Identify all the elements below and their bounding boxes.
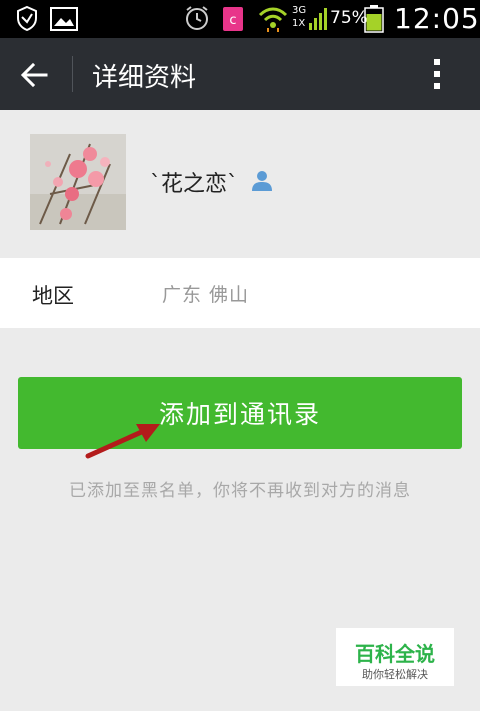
nickname: `花之恋` bbox=[150, 172, 239, 197]
alarm-icon bbox=[186, 6, 208, 30]
add-to-contacts-label: 添加到通讯录 bbox=[158, 400, 321, 429]
title-divider bbox=[72, 56, 73, 92]
wifi-icon bbox=[258, 7, 288, 32]
region-label: 地区 bbox=[32, 284, 74, 308]
region-value: 广东 佛山 bbox=[162, 284, 250, 306]
profile-header: `花之恋` bbox=[0, 110, 480, 256]
battery-icon bbox=[364, 5, 384, 33]
blacklist-notice: 已添加至黑名单，你将不再收到对方的消息 bbox=[69, 481, 411, 501]
watermark-logo: 百科全说 助你轻松解决 bbox=[336, 628, 454, 686]
network-type-bottom: 1X bbox=[292, 18, 306, 29]
clock: 12:05 bbox=[394, 2, 480, 35]
svg-text:c: c bbox=[229, 13, 236, 28]
app-icon: c bbox=[223, 7, 243, 31]
status-bar: c 3G 1X 75% 12:05 bbox=[0, 0, 480, 38]
region-row: 地区 广东 佛山 bbox=[0, 258, 480, 328]
back-arrow-icon[interactable] bbox=[14, 56, 56, 94]
red-arrow-annotation bbox=[85, 424, 160, 459]
watermark-subtitle: 助你轻松解决 bbox=[362, 668, 428, 681]
page-title: 详细资料 bbox=[92, 63, 197, 93]
network-type-top: 3G bbox=[292, 5, 307, 16]
shield-icon bbox=[17, 5, 37, 31]
watermark-title: 百科全说 bbox=[355, 642, 435, 666]
gallery-icon bbox=[50, 7, 78, 31]
avatar[interactable] bbox=[30, 134, 126, 230]
signal-icon: 3G 1X bbox=[292, 5, 328, 33]
more-vertical-icon[interactable] bbox=[422, 54, 452, 94]
battery-percent: 75% bbox=[330, 8, 368, 28]
contact-person-icon bbox=[252, 171, 272, 191]
title-bar: 详细资料 bbox=[0, 38, 480, 110]
